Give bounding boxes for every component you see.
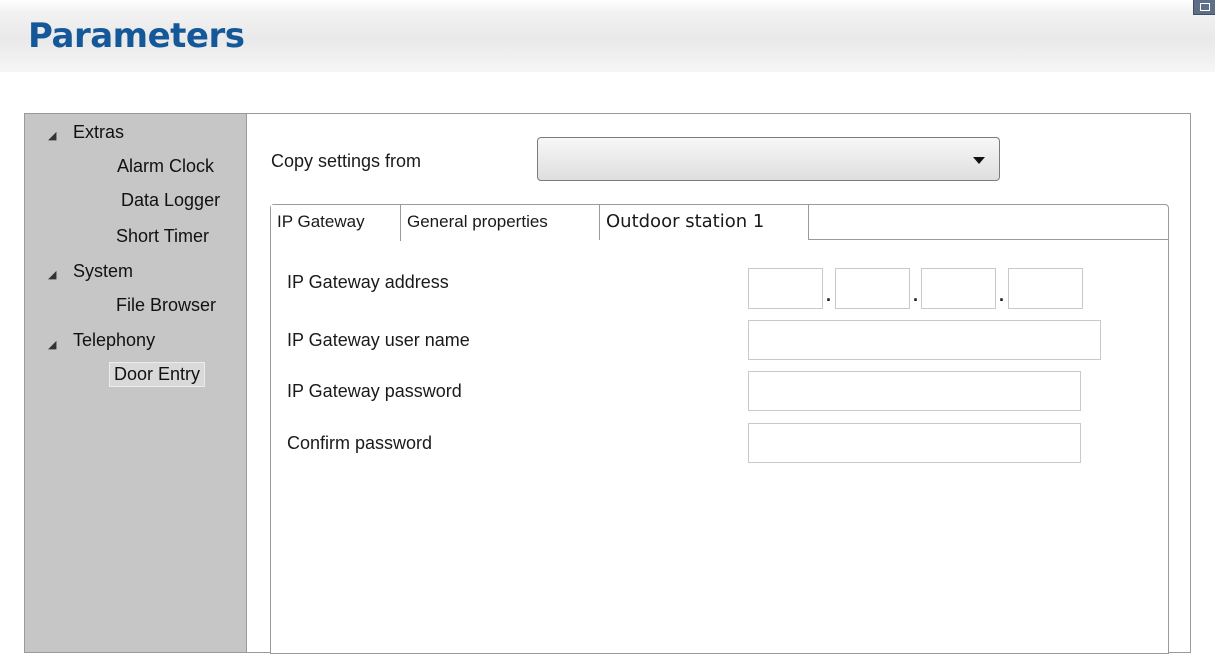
ip-octet-2-field[interactable] (835, 268, 910, 309)
page-header: Parameters (0, 0, 1215, 72)
ip-separator: . (826, 285, 832, 305)
ip-octet-1-field[interactable] (748, 268, 823, 309)
tree-group-system[interactable]: System (73, 261, 133, 282)
collapse-triangle-icon[interactable]: ◢ (48, 129, 56, 142)
password-label: IP Gateway password (287, 381, 462, 401)
collapse-triangle-icon[interactable]: ◢ (48, 338, 56, 351)
window-icon[interactable] (1193, 0, 1215, 15)
tree-item-file-browser[interactable]: File Browser (116, 295, 216, 316)
tree-item-short-timer[interactable]: Short Timer (116, 226, 209, 247)
tab-outdoor-station-1[interactable]: Outdoor station 1 (600, 205, 809, 240)
tree-item-data-logger[interactable]: Data Logger (121, 190, 220, 211)
ip-octet-4-field[interactable] (1008, 268, 1083, 309)
tree-group-telephony[interactable]: Telephony (73, 330, 155, 351)
ip-address-label: IP Gateway address (287, 272, 449, 292)
ip-octet-3-field[interactable] (921, 268, 996, 309)
tree-group-extras[interactable]: Extras (73, 122, 124, 143)
tab-ip-gateway[interactable]: IP Gateway (271, 205, 401, 241)
confirm-password-label: Confirm password (287, 433, 433, 453)
tab-general-properties[interactable]: General properties (401, 205, 600, 240)
confirm-password-field[interactable] (748, 423, 1081, 463)
collapse-triangle-icon[interactable]: ◢ (48, 268, 56, 281)
copy-settings-label: Copy settings from (271, 151, 422, 171)
tree-item-door-entry[interactable]: Door Entry (109, 362, 206, 387)
chevron-down-icon[interactable] (973, 157, 985, 164)
password-field[interactable] (748, 371, 1081, 411)
user-name-label: IP Gateway user name (287, 330, 470, 350)
copy-settings-dropdown[interactable] (537, 137, 1000, 181)
page-title: Parameters (28, 16, 245, 56)
ip-separator: . (999, 285, 1005, 305)
tree-item-alarm-clock[interactable]: Alarm Clock (117, 156, 214, 177)
ip-separator: . (913, 285, 919, 305)
user-name-field[interactable] (748, 320, 1101, 360)
